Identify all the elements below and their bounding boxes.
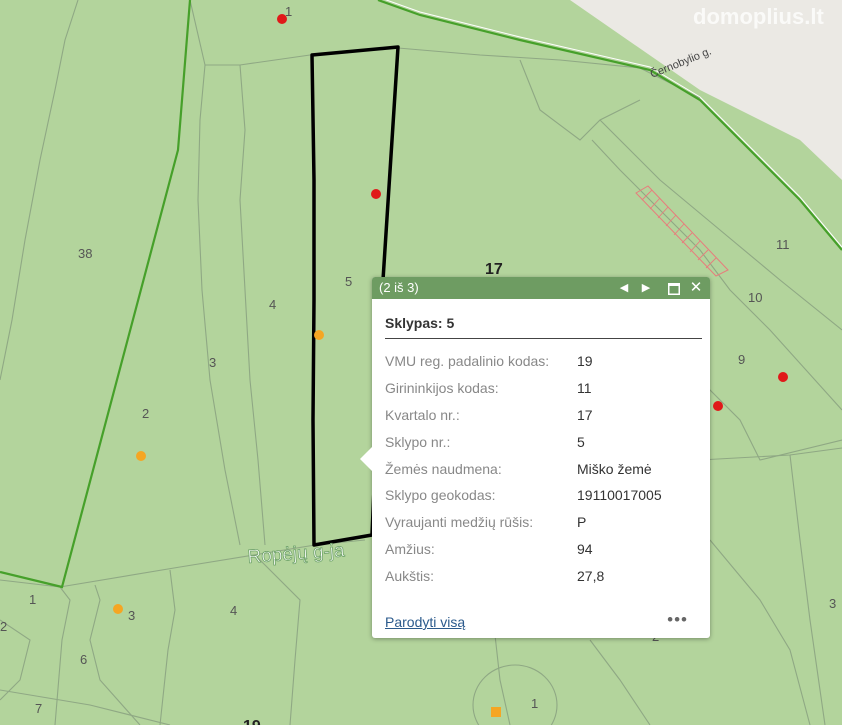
attribute-table: VMU reg. padalinio kodas: 19 Girininkijos … [385,348,662,589]
attribute-value: 17 [577,406,593,423]
parcel-number: 2 [0,619,7,634]
popup-pointer [360,447,372,471]
attribute-key: Žemės naudmena: [385,460,502,477]
next-feature-icon[interactable]: ▶ [638,277,654,299]
close-icon[interactable]: ✕ [688,277,704,299]
attribute-key: Sklypo geokodas: [385,487,496,504]
popup-header: (2 iš 3) ◀ ▶ ✕ [372,277,710,299]
attribute-value: P [577,514,587,531]
attribute-key: Aukštis: [385,567,435,584]
parcel-number: 9 [738,352,745,367]
red-point-marker[interactable] [371,189,381,199]
orange-point-marker[interactable] [136,451,146,461]
red-point-marker[interactable] [713,401,723,411]
red-point-marker[interactable] [778,372,788,382]
orange-point-marker[interactable] [113,604,123,614]
parcel-number: 6 [80,652,87,667]
attribute-value: Miško žemė [577,460,652,477]
parcel-number: 4 [269,297,276,312]
parcel-number: 1 [29,592,36,607]
parcel-number: 2 [142,406,149,421]
attribute-value: 27,8 [577,567,605,584]
attribute-key: Kvartalo nr.: [385,406,460,423]
show-all-link[interactable]: Parodyti visą [385,614,465,630]
attribute-row: Žemės naudmena: Miško žemė [385,455,662,482]
parcel-number: 5 [345,274,352,289]
attribute-key: Amžius: [385,540,435,557]
parcel-number: 3 [209,355,216,370]
parcel-number: 3 [128,608,135,623]
parcel-number: 10 [748,290,762,305]
attribute-key: VMU reg. padalinio kodas: [385,353,550,370]
more-options-icon[interactable]: ••• [667,610,688,630]
attribute-key: Girininkijos kodas: [385,380,499,397]
attribute-value: 19 [577,353,593,370]
attribute-value: 19110017005 [577,487,662,504]
attribute-row: Vyraujanti medžių rūšis: P [385,509,662,536]
attribute-value: 94 [577,540,593,557]
previous-feature-icon[interactable]: ◀ [616,277,632,299]
attribute-row: Sklypo nr.: 5 [385,428,662,455]
attribute-row: Amžius: 94 [385,536,662,563]
attribute-value: 5 [577,433,585,450]
popup-counter: (2 iš 3) [379,280,419,295]
attribute-row: Sklypo geokodas: 19110017005 [385,482,662,509]
compartment-label: 17 [485,261,503,278]
info-popup: (2 iš 3) ◀ ▶ ✕ Sklypas: 5 VMU reg. padal… [360,277,710,638]
orange-point-marker[interactable] [314,330,324,340]
parcel-number: 4 [230,603,237,618]
parcel-number: 38 [78,246,92,261]
attribute-key: Sklypo nr.: [385,433,451,450]
maximize-icon[interactable] [666,277,682,299]
attribute-row: Aukštis: 27,8 [385,562,662,589]
parcel-number: 1 [285,4,292,19]
popup-title: Sklypas: 5 [385,315,702,339]
popup-footer: Parodyti visą ••• [385,610,690,634]
parcel-number: 3 [829,596,836,611]
attribute-row: Girininkijos kodas: 11 [385,375,662,402]
attribute-row: VMU reg. padalinio kodas: 19 [385,348,662,375]
compartment-label-bottom: 19 [243,718,261,725]
parcel-number: 7 [35,701,42,716]
watermark: domoplius.lt [693,4,824,29]
maximize-icon-glyph [668,282,680,295]
attribute-value: 11 [577,380,592,397]
parcel-number: 11 [776,237,790,252]
orange-square-marker[interactable] [491,707,501,717]
parcel-number: 1 [531,696,538,711]
attribute-row: Kvartalo nr.: 17 [385,402,662,429]
attribute-key: Vyraujanti medžių rūšis: [385,514,534,531]
